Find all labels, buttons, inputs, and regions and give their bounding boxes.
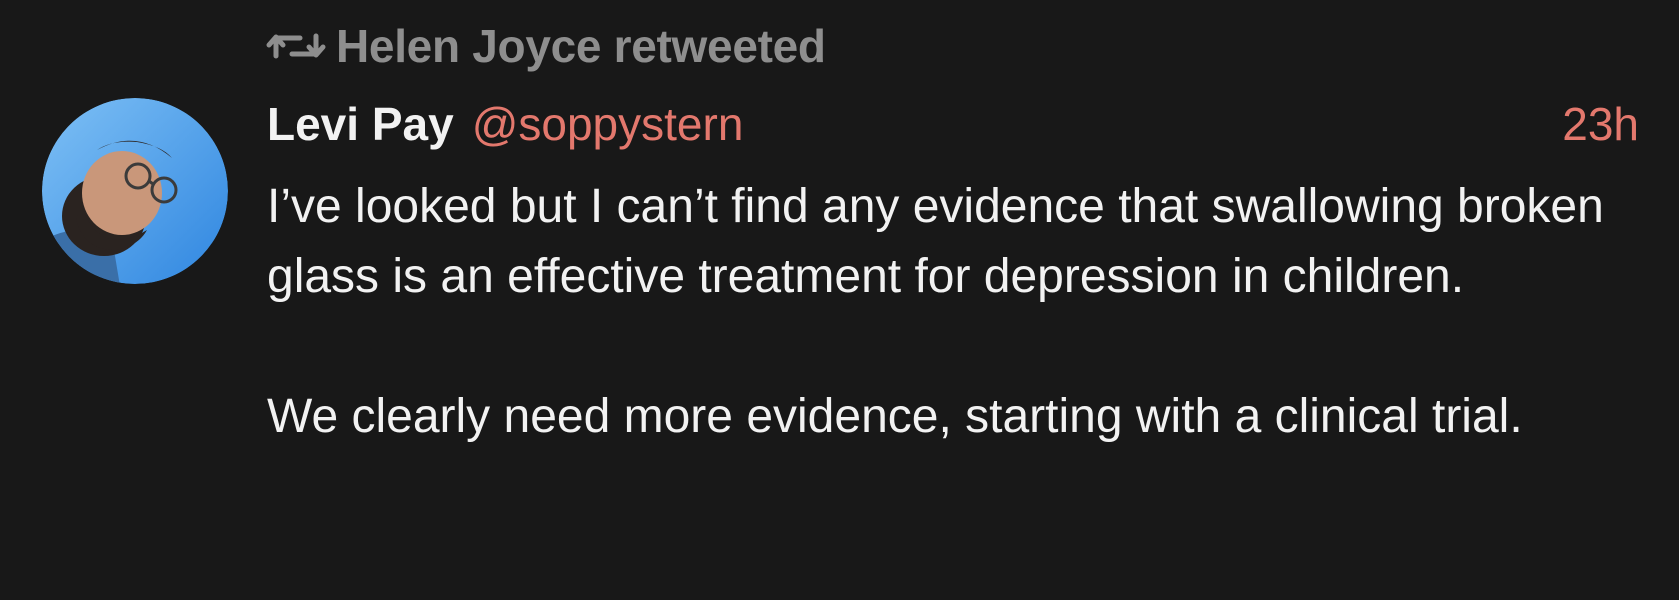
- tweet-header: Levi Pay @soppystern 23h: [267, 94, 1639, 154]
- author-display-name[interactable]: Levi Pay: [267, 97, 454, 151]
- avatar[interactable]: [42, 98, 228, 284]
- author-handle[interactable]: @soppystern: [472, 97, 1563, 151]
- tweet-timestamp[interactable]: 23h: [1562, 97, 1639, 151]
- tweet-paragraph: I’ve looked but I can’t find any evidenc…: [267, 180, 1604, 303]
- retweet-label: Helen Joyce retweeted: [336, 20, 826, 72]
- retweet-indicator[interactable]: Helen Joyce retweeted: [266, 16, 826, 76]
- tweet-card[interactable]: Helen Joyce retweeted Levi Pay @soppyste…: [0, 0, 1679, 600]
- retweet-icon: [266, 33, 326, 59]
- tweet-paragraph: We clearly need more evidence, starting …: [267, 390, 1523, 443]
- tweet-text: I’ve looked but I can’t find any evidenc…: [267, 172, 1647, 452]
